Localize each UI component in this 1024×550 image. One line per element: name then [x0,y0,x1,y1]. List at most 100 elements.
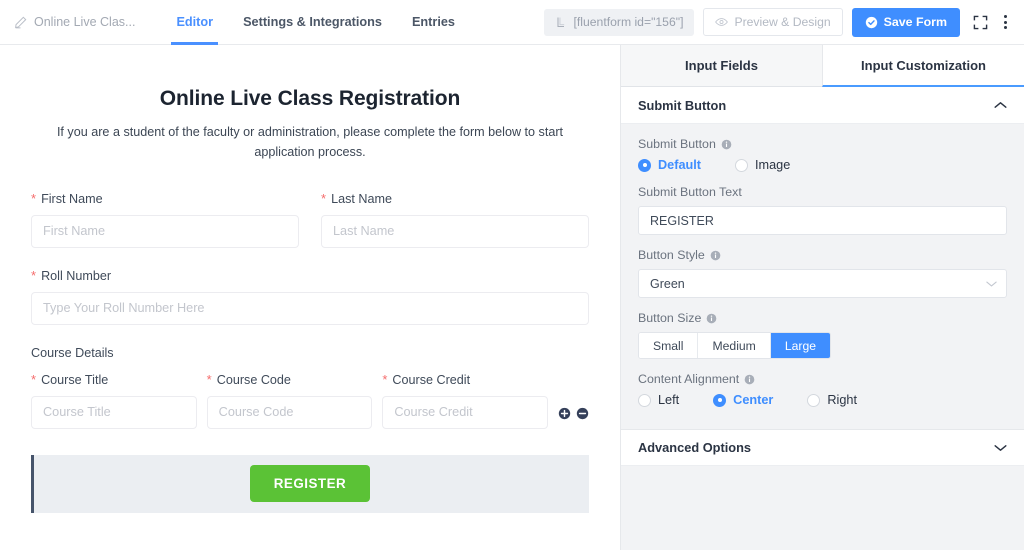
field-course-credit-label-wrap: * Course Credit [382,373,548,387]
more-vertical-icon-dot [1004,15,1007,18]
radio-submit-type-default[interactable]: Default [638,158,701,172]
eye-icon [715,18,729,26]
radio-submit-type-default-label: Default [658,158,701,172]
button-style-select-wrap: Green [638,269,1007,298]
control-button-style-label: Button Style [638,248,705,262]
info-icon[interactable] [744,374,755,385]
control-submit-button-type-label-wrap: Submit Button [638,137,1007,151]
course-code-input[interactable] [206,395,373,429]
shortcode-field[interactable]: [fluentform id="156"] [543,8,695,36]
button-size-medium-label: Medium [712,338,756,353]
roll-number-input[interactable] [31,291,589,325]
radio-alignment-right-label: Right [827,393,857,407]
last-name-input[interactable] [321,214,589,248]
form-fields: * First Name * Last Name * [31,192,589,429]
tab-entries[interactable]: Entries [397,0,470,45]
tab-settings-integrations[interactable]: Settings & Integrations [228,0,397,45]
field-roll-number: * Roll Number [31,269,589,325]
minus-circle-icon[interactable] [576,407,589,420]
advanced-options-panel-header[interactable]: Advanced Options [621,429,1024,466]
advanced-options-title: Advanced Options [638,440,752,455]
fullscreen-button[interactable] [969,15,988,30]
repeater-actions [558,407,589,429]
more-options-button[interactable] [997,12,1013,32]
field-course-title: * Course Title [31,373,197,429]
radio-submit-type-image[interactable]: Image [735,158,790,172]
field-course-code-label-wrap: * Course Code [207,373,373,387]
field-roll-number-label: Roll Number [41,268,112,283]
required-asterisk: * [31,371,37,387]
tab-entries-label: Entries [411,15,455,29]
tab-input-fields-label: Input Fields [685,58,758,73]
control-content-alignment: Content Alignment Left Center Right [638,372,1007,407]
radio-alignment-center[interactable]: Center [713,393,773,407]
chevron-down-icon [986,281,997,286]
field-first-name-label-wrap: * First Name [31,192,299,206]
field-course-credit-label: Course Credit [392,372,471,387]
shortcode-text: [fluentform id="156"] [573,15,684,29]
radio-indicator [638,158,651,172]
content-alignment-radios: Left Center Right [638,393,1007,407]
form-name-label: Online Live Clas... [34,15,136,29]
radio-indicator [638,393,651,407]
preview-design-label: Preview & Design [734,15,831,29]
info-icon[interactable] [706,313,717,324]
more-vertical-icon-dot [1004,26,1007,29]
field-course-code-label: Course Code [216,372,291,387]
button-size-small-label: Small [653,338,684,353]
form-subheading: If you are a student of the faculty or a… [56,125,564,160]
required-asterisk: * [206,371,212,387]
submit-button-text-input[interactable] [638,206,1007,235]
save-form-button[interactable]: Save Form [851,7,960,37]
radio-alignment-right[interactable]: Right [807,393,857,407]
chevron-up-icon [994,102,1007,108]
field-roll-number-label-wrap: * Roll Number [31,269,589,283]
tab-input-fields[interactable]: Input Fields [621,45,822,87]
info-icon[interactable] [721,139,732,150]
course-details-repeater-row: * Course Title * Course Code [31,373,589,429]
top-bar: Online Live Clas... Editor Settings & In… [0,0,1024,45]
course-credit-input[interactable] [382,395,549,429]
course-title-input[interactable] [31,395,197,429]
control-button-size-label-wrap: Button Size [638,311,1007,325]
register-submit-button[interactable]: REGISTER [249,465,371,503]
info-icon[interactable] [710,250,721,261]
field-first-name: * First Name [31,192,299,248]
button-style-value: Green [650,276,685,291]
first-name-input[interactable] [31,214,299,248]
form-preview-canvas: Online Live Class Registration If you ar… [0,45,620,550]
submit-button-panel-header[interactable]: Submit Button [621,87,1024,124]
preview-design-button[interactable]: Preview & Design [703,8,843,36]
submit-button-row-selected[interactable]: REGISTER [31,454,589,513]
field-course-title-label: Course Title [41,372,109,387]
tab-editor-label: Editor [176,15,214,29]
submit-button-panel-body: Submit Button Default Image Submit Butto… [621,124,1024,423]
radio-submit-type-image-label: Image [755,158,791,172]
tab-input-customization[interactable]: Input Customization [822,45,1024,87]
control-content-alignment-label-wrap: Content Alignment [638,372,1007,386]
form-heading: Online Live Class Registration [159,87,461,110]
button-size-large[interactable]: Large [769,333,831,358]
tab-editor[interactable]: Editor [161,0,228,45]
plus-circle-icon[interactable] [558,407,571,420]
radio-alignment-left[interactable]: Left [638,393,679,407]
form-body: Online Live Class Registration If you ar… [0,45,620,429]
field-last-name-label: Last Name [331,191,392,206]
field-last-name-label-wrap: * Last Name [321,192,589,206]
radio-indicator [807,393,821,407]
roll-number-row: * Roll Number [31,269,589,325]
control-submit-button-type-label: Submit Button [638,137,716,151]
control-button-size: Button Size Small Medium Large [638,311,1007,359]
shortcode-icon [556,17,564,28]
button-size-medium[interactable]: Medium [697,333,770,358]
field-course-title-label-wrap: * Course Title [31,373,197,387]
control-submit-button-text-label: Submit Button Text [638,185,742,199]
check-circle-icon [865,16,877,28]
button-size-small[interactable]: Small [639,333,698,358]
button-size-large-label: Large [784,338,817,353]
course-details-label: Course Details [31,345,114,360]
button-style-select[interactable]: Green [638,269,1007,298]
form-name-chip[interactable]: Online Live Clas... [14,0,135,45]
control-button-style-label-wrap: Button Style [638,248,1007,262]
tab-input-customization-label: Input Customization [861,57,986,73]
